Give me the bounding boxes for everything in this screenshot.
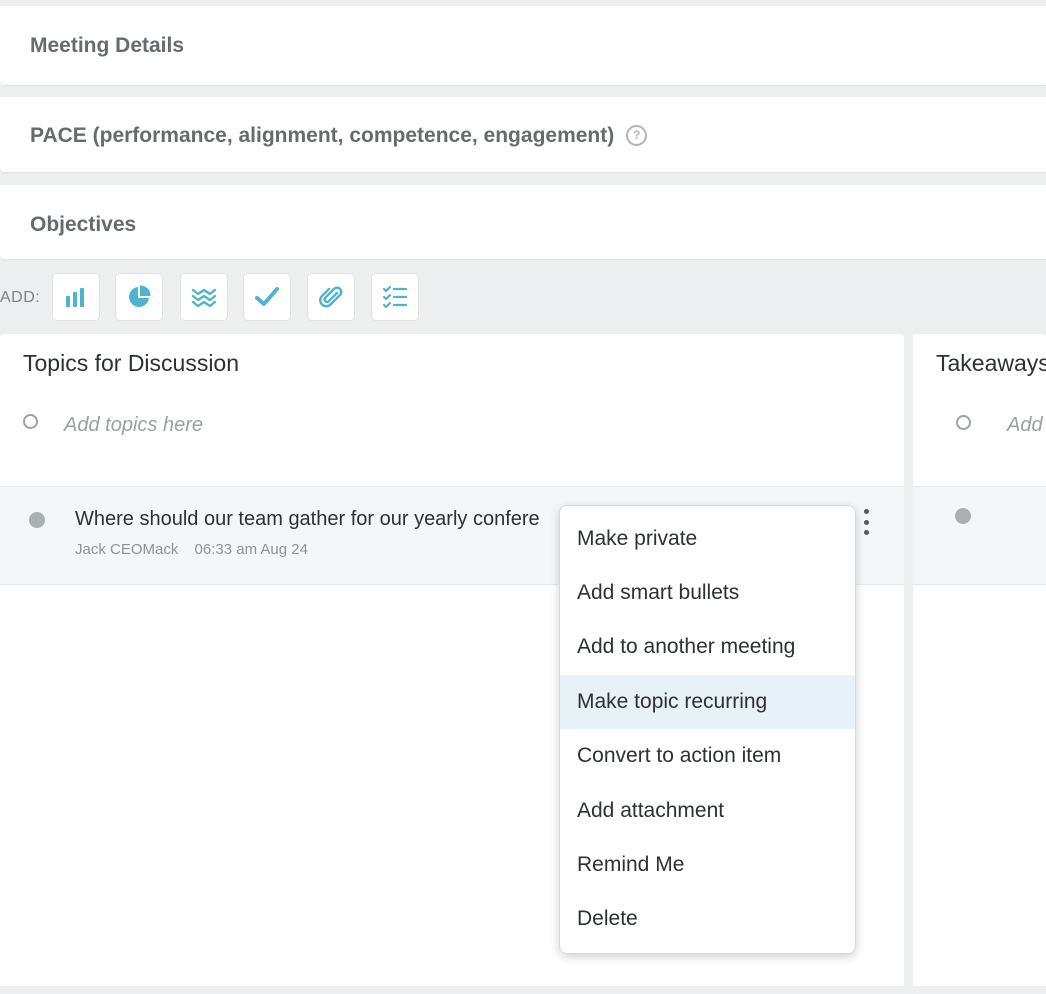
topic-context-menu: Make private Add smart bullets Add to an…	[559, 505, 856, 954]
topic-author: Jack CEOMack	[75, 541, 179, 558]
menu-item-remind-me[interactable]: Remind Me	[560, 838, 855, 892]
menu-item-add-attachment[interactable]: Add attachment	[560, 784, 855, 838]
waves-icon	[191, 288, 217, 308]
pace-title: PACE (performance, alignment, competence…	[30, 124, 615, 147]
menu-item-delete[interactable]: Delete	[560, 892, 855, 946]
topics-panel-title: Topics for Discussion	[23, 350, 240, 376]
add-wave-button[interactable]	[180, 273, 228, 321]
takeaway-row[interactable]	[913, 486, 1046, 585]
help-icon[interactable]: ?	[626, 124, 648, 146]
add-chart-button[interactable]	[115, 273, 163, 321]
takeaways-panel: Takeaways Add	[913, 334, 1046, 986]
pace-title-wrap: PACE (performance, alignment, competence…	[30, 124, 648, 148]
topic-text[interactable]: Where should our team gather for our yea…	[75, 508, 540, 531]
pie-chart-icon	[129, 285, 151, 307]
menu-item-add-to-another-meeting[interactable]: Add to another meeting	[560, 620, 855, 674]
topic-bullet-icon	[29, 512, 45, 528]
add-takeaway-input[interactable]: Add	[1007, 414, 1043, 437]
checklist-icon	[382, 285, 408, 309]
meeting-details-section[interactable]: Meeting Details	[0, 6, 1046, 85]
more-options-icon[interactable]	[861, 509, 871, 535]
menu-item-convert-to-action-item[interactable]: Convert to action item	[560, 729, 855, 783]
objectives-title: Objectives	[30, 213, 137, 236]
add-attachment-button[interactable]	[307, 273, 355, 321]
bullet-circle-icon	[956, 415, 971, 430]
paperclip-icon	[319, 286, 343, 308]
meeting-details-title: Meeting Details	[30, 34, 185, 57]
checkmark-icon	[255, 287, 279, 306]
objectives-section[interactable]: Objectives	[0, 185, 1046, 259]
takeaways-panel-title: Takeaways	[936, 350, 1046, 376]
menu-item-make-private[interactable]: Make private	[560, 512, 855, 566]
bar-chart-icon	[66, 288, 84, 307]
add-topic-input[interactable]: Add topics here	[64, 414, 203, 437]
add-checklist-button[interactable]	[371, 273, 419, 321]
topic-meta: Jack CEOMack 06:33 am Aug 24	[75, 541, 308, 558]
menu-item-make-topic-recurring[interactable]: Make topic recurring	[560, 675, 855, 729]
menu-item-add-smart-bullets[interactable]: Add smart bullets	[560, 566, 855, 620]
pace-section[interactable]: PACE (performance, alignment, competence…	[0, 97, 1046, 172]
add-label: ADD:	[0, 289, 41, 306]
add-action-item-button[interactable]	[243, 273, 291, 321]
takeaway-bullet-icon	[955, 508, 971, 524]
bullet-circle-icon	[23, 414, 38, 429]
topic-time: 06:33 am Aug 24	[194, 541, 308, 558]
add-metric-button[interactable]	[52, 273, 100, 321]
